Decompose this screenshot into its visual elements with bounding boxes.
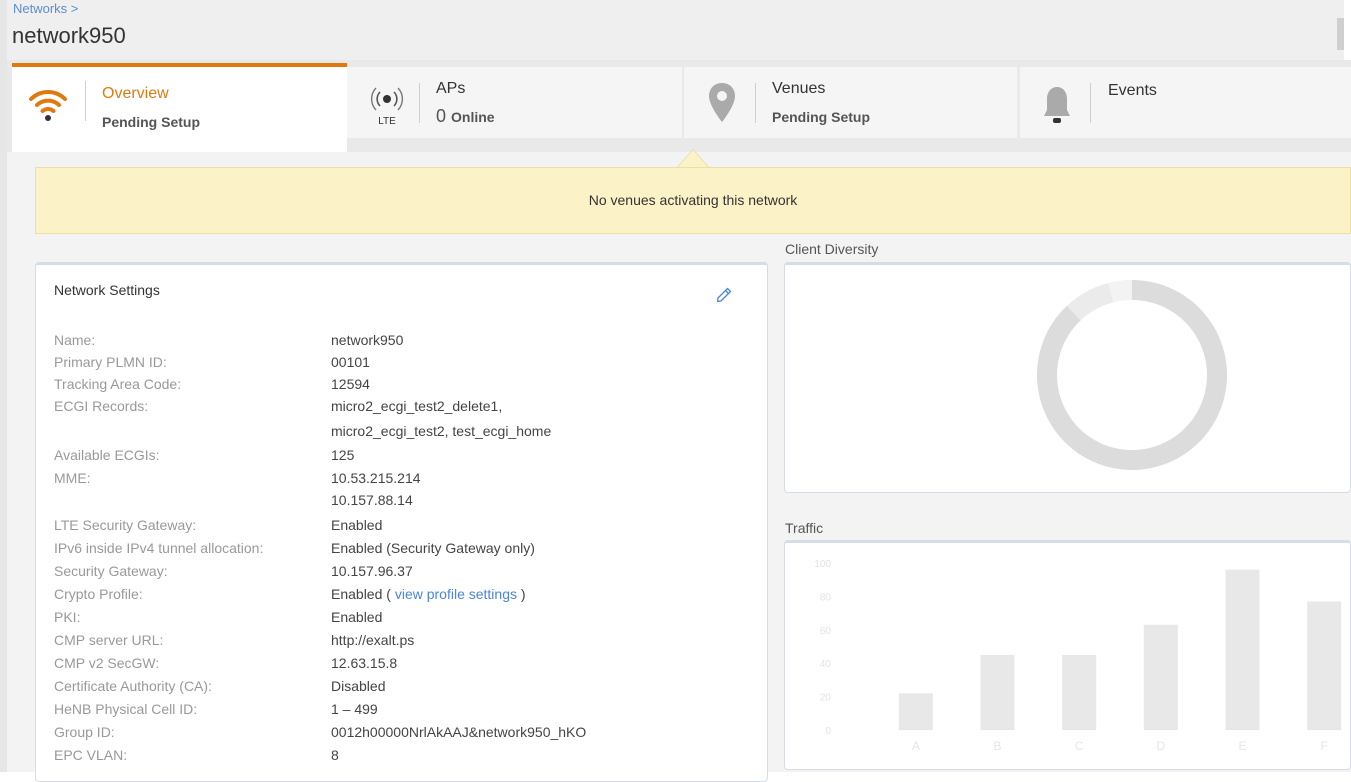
setting-value: network950 (331, 332, 404, 348)
setting-value: 125 (331, 447, 355, 463)
network-settings-panel: Network Settings Name: network950 Primar… (35, 262, 768, 782)
network-settings-title: Network Settings (54, 282, 160, 298)
setting-value: 00101 (331, 354, 370, 370)
x-tick-label: B (993, 739, 1001, 753)
tab-divider (755, 83, 756, 123)
svg-text:LTE: LTE (378, 116, 396, 127)
traffic-title: Traffic (785, 520, 824, 536)
y-tick-label: 20 (820, 693, 832, 704)
setting-label: Security Gateway: (54, 563, 168, 579)
setting-value: 8 (331, 747, 339, 763)
wifi-icon (28, 85, 68, 128)
x-tick-label: A (912, 739, 920, 753)
setting-label: CMP server URL: (54, 632, 164, 648)
traffic-bar (980, 654, 1015, 730)
crypto-profile-value: Enabled ( view profile settings ) (331, 586, 526, 602)
y-tick-label: 60 (820, 626, 832, 637)
tab-divider (419, 83, 420, 123)
tab-events-label: Events (1108, 82, 1157, 99)
setting-label: HeNB Physical Cell ID: (54, 701, 198, 717)
setting-value-continued: 10.157.88.14 (331, 492, 413, 508)
traffic-bar (898, 693, 933, 730)
setting-label: IPv6 inside IPv4 tunnel allocation: (54, 540, 264, 556)
tab-overview-status: Pending Setup (102, 114, 200, 130)
tab-venues-status: Pending Setup (772, 109, 870, 125)
setting-value: 12.63.15.8 (331, 655, 398, 671)
setting-value: Enabled (Security Gateway only) (331, 540, 535, 556)
setting-value: 0012h00000NrlAkAAJ&network950_hKO (331, 724, 587, 740)
setting-value: 10.53.215.214 (331, 470, 421, 486)
left-edge-strip (0, 0, 7, 772)
traffic-bar-chart: 0 20 40 60 80 100 A B C D E F (814, 559, 1342, 753)
tab-overview-label: Overview (102, 85, 169, 102)
client-diversity-panel (784, 262, 1351, 493)
tab-aps-count: 0 Online (436, 106, 495, 126)
tab-events[interactable]: Events (1020, 67, 1351, 138)
y-tick-label: 100 (814, 559, 831, 570)
header-scrollbar[interactable] (1337, 18, 1344, 50)
tab-venues-label: Venues (772, 80, 826, 97)
setting-label: Group ID: (54, 724, 115, 740)
traffic-bar (1143, 624, 1178, 730)
lte-ap-icon: LTE (367, 83, 407, 132)
notice-banner: No venues activating this network (35, 167, 1351, 234)
setting-value: Enabled (331, 517, 383, 533)
traffic-bar (1062, 654, 1097, 730)
setting-label: Tracking Area Code: (54, 376, 182, 392)
tab-aps-label: APs (436, 80, 466, 97)
traffic-bar (1225, 569, 1260, 730)
view-profile-settings-link[interactable]: view profile settings (395, 586, 517, 602)
client-diversity-title: Client Diversity (785, 241, 879, 257)
bell-icon (1042, 84, 1072, 131)
y-tick-label: 80 (820, 592, 832, 603)
setting-value-continued: micro2_ecgi_test2, test_ecgi_home (331, 423, 552, 439)
tab-divider (85, 81, 86, 121)
y-tick-label: 0 (825, 726, 831, 737)
setting-value: Enabled (331, 609, 383, 625)
setting-label: CMP v2 SecGW: (54, 655, 160, 671)
page-title: network950 (12, 23, 126, 48)
setting-value: http://exalt.ps (331, 632, 415, 648)
location-pin-icon (707, 82, 737, 129)
notice-banner-text: No venues activating this network (588, 192, 798, 208)
traffic-bar (1307, 601, 1342, 730)
setting-label: Certificate Authority (CA): (54, 678, 212, 694)
x-tick-label: D (1156, 739, 1165, 753)
banner-pointer (678, 150, 708, 167)
breadcrumb[interactable]: Networks > (13, 1, 78, 16)
edit-pencil-icon[interactable] (716, 287, 732, 303)
setting-value: Disabled (331, 678, 386, 694)
setting-label: LTE Security Gateway: (54, 517, 197, 533)
x-tick-label: C (1075, 739, 1084, 753)
x-tick-label: E (1238, 739, 1246, 753)
traffic-panel: 0 20 40 60 80 100 A B C D E F (784, 540, 1351, 770)
donut-slice (1037, 280, 1227, 470)
setting-label: Available ECGIs: (54, 447, 160, 463)
setting-label: Name: (54, 332, 96, 348)
setting-label: Crypto Profile: (54, 586, 143, 602)
setting-value: 12594 (331, 376, 370, 392)
client-diversity-donut (1037, 280, 1227, 470)
setting-value: 1 – 499 (331, 701, 378, 717)
tab-divider (1090, 83, 1091, 123)
tab-overview[interactable]: Overview Pending Setup (12, 63, 347, 152)
y-tick-label: 40 (820, 659, 832, 670)
setting-label: EPC VLAN: (54, 747, 128, 763)
setting-label: PKI: (54, 609, 81, 625)
setting-value: 10.157.96.37 (331, 563, 413, 579)
tab-aps[interactable]: LTE APs 0 Online (347, 67, 682, 138)
setting-label: Primary PLMN ID: (54, 354, 167, 370)
page-header: Networks > network950 (7, 0, 1344, 60)
setting-value: micro2_ecgi_test2_delete1, (331, 398, 503, 414)
tab-venues[interactable]: Venues Pending Setup (684, 67, 1017, 138)
x-tick-label: F (1320, 739, 1327, 753)
setting-label: ECGI Records: (54, 398, 149, 414)
setting-label: MME: (54, 470, 91, 486)
